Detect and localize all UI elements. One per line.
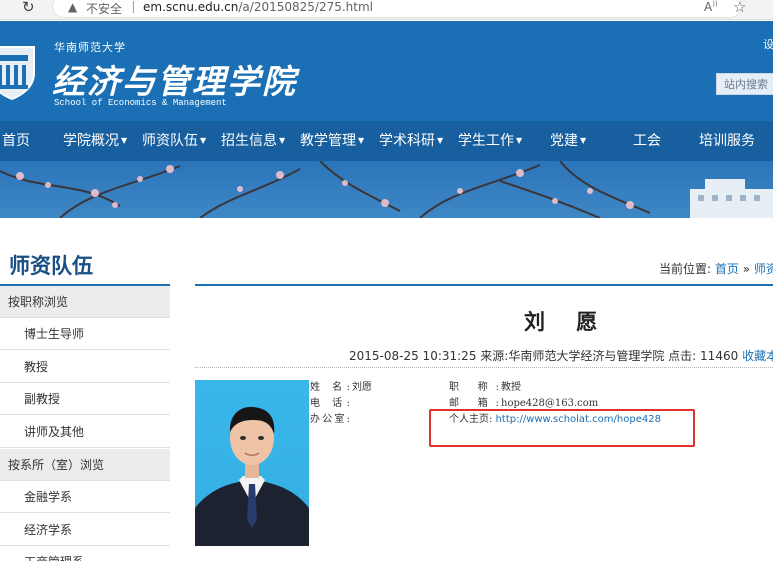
warning-icon[interactable]: ▲ (68, 0, 77, 14)
nav-item-label: 首页 (2, 133, 30, 149)
nav-item-about[interactable]: 学院概况 ▼ (63, 121, 127, 161)
profile-photo (195, 380, 309, 546)
sidebar-item-economics[interactable]: 经济学系 (0, 514, 170, 546)
nav-item-label: 招生信息 (221, 133, 277, 149)
page-title: 刘 愿 (524, 310, 610, 334)
blossom-branches-image (0, 161, 773, 218)
nav-item-label: 学生工作 (458, 133, 514, 149)
url-host: em.scnu.edu.cn (143, 0, 239, 14)
read-aloud-icon[interactable]: A)) (704, 0, 718, 14)
nav-item-training[interactable]: 培训服务 (699, 121, 757, 161)
nav-item-admissions[interactable]: 招生信息 ▼ (221, 121, 285, 161)
nav-item-label: 工会 (633, 133, 661, 149)
clicks-label: 点击: (668, 349, 697, 363)
phone-label: 电 话: (310, 398, 350, 409)
nav-item-faculty[interactable]: 师资队伍 ▼ (142, 121, 206, 161)
email-value[interactable]: hope428@163.com (501, 398, 598, 409)
university-name: 华南师范大学 (54, 41, 126, 54)
portrait-image (195, 406, 309, 546)
url-path: /a/20150825/275.html (238, 0, 374, 14)
college-name-cn: 经济与管理学院 (52, 62, 297, 101)
homepage-highlight-box (429, 409, 695, 447)
chevron-down-icon: ▼ (279, 136, 286, 145)
main-nav: 首页 学院概况 ▼ 师资队伍 ▼ 招生信息 ▼ 教学管理 ▼ 学术科研 ▼ 学生工作 ▼ 党… (0, 121, 773, 161)
article-meta: 2015-08-25 10:31:25 来源:华南师范大学经济与管理学院 点击:… (349, 347, 773, 364)
security-label[interactable]: 不安全 (86, 0, 122, 17)
nav-item-union[interactable]: 工会 (633, 121, 663, 161)
sidebar-item-lecturers[interactable]: 讲师及其他 (0, 416, 170, 448)
content-divider (195, 284, 773, 286)
page: ↻ ▲ 不安全 em.scnu.edu.cn/a/20150825/275.ht… (0, 0, 773, 561)
article-date: 2015-08-25 10:31:25 (349, 349, 477, 363)
college-crest-icon (0, 46, 35, 101)
click-count: 11460 (700, 349, 739, 363)
name-row: 姓 名: 刘愿 (310, 381, 372, 394)
sidebar-title: 师资队伍 (9, 254, 93, 278)
breadcrumb: 当前位置: 首页 » 师资 (659, 260, 773, 277)
url-text[interactable]: em.scnu.edu.cn/a/20150825/275.html (143, 0, 373, 14)
article-source: 华南师范大学经济与管理学院 (508, 349, 665, 363)
nav-item-label: 学院概况 (63, 133, 119, 149)
sidebar-group-by-department[interactable]: 按系所（室）浏览 (0, 449, 170, 481)
college-name-en: School of Economics & Management (54, 98, 227, 108)
nav-item-label: 党建 (550, 133, 578, 149)
chevron-down-icon: ▼ (516, 136, 523, 145)
sidebar-item-professors[interactable]: 教授 (0, 351, 170, 383)
sidebar-item-associate-professors[interactable]: 副教授 (0, 383, 170, 415)
nav-item-teaching[interactable]: 教学管理 ▼ (300, 121, 364, 161)
nav-item-students[interactable]: 学生工作 ▼ (458, 121, 522, 161)
office-row: 办公室: (310, 413, 352, 426)
nav-item-label: 师资队伍 (142, 133, 198, 149)
rank-label: 职 称: (449, 382, 499, 393)
chevron-down-icon: ▼ (358, 136, 365, 145)
omnibox-divider (133, 1, 134, 13)
chevron-down-icon: ▼ (200, 136, 207, 145)
chevron-down-icon: ▼ (580, 136, 587, 145)
breadcrumb-current-link[interactable]: 师资 (754, 262, 773, 276)
rank-value: 教授 (501, 382, 521, 393)
office-label: 办公室: (310, 414, 350, 425)
dotted-divider (195, 367, 773, 368)
breadcrumb-prefix: 当前位置: (659, 262, 712, 276)
title-row: 职 称: 教授 (449, 381, 521, 394)
name-value: 刘愿 (352, 382, 372, 393)
site-search-button[interactable]: 站内搜索 (716, 73, 773, 95)
sidebar-item-doctoral-supervisors[interactable]: 博士生导师 (0, 318, 170, 350)
header-banner (0, 161, 773, 218)
sidebar-item-business-admin[interactable]: 工商管理系 (0, 546, 170, 561)
chevron-down-icon: ▼ (121, 136, 128, 145)
favorite-link[interactable]: 收藏本文 (742, 349, 773, 363)
breadcrumb-separator: » (742, 262, 751, 276)
nav-item-label: 教学管理 (300, 133, 356, 149)
nav-item-home[interactable]: 首页 (2, 121, 32, 161)
phone-row: 电 话: (310, 397, 352, 410)
nav-item-party[interactable]: 党建 ▼ (550, 121, 586, 161)
name-label: 姓 名: (310, 382, 350, 393)
chevron-down-icon: ▼ (437, 136, 444, 145)
sidebar-item-finance[interactable]: 金融学系 (0, 481, 170, 513)
nav-item-research[interactable]: 学术科研 ▼ (379, 121, 443, 161)
source-label: 来源: (480, 349, 509, 363)
breadcrumb-home-link[interactable]: 首页 (715, 262, 739, 276)
browser-address-bar: ↻ ▲ 不安全 em.scnu.edu.cn/a/20150825/275.ht… (0, 0, 773, 20)
reload-icon[interactable]: ↻ (22, 0, 35, 15)
favorite-star-icon[interactable]: ☆ (733, 0, 746, 16)
nav-item-label: 培训服务 (699, 133, 755, 149)
nav-item-label: 学术科研 (379, 133, 435, 149)
sidebar-group-by-title[interactable]: 按职称浏览 (0, 286, 170, 318)
header-top-link[interactable]: 设 (763, 36, 773, 52)
site-header: 华南师范大学 经济与管理学院 School of Economics & Man… (0, 21, 773, 121)
